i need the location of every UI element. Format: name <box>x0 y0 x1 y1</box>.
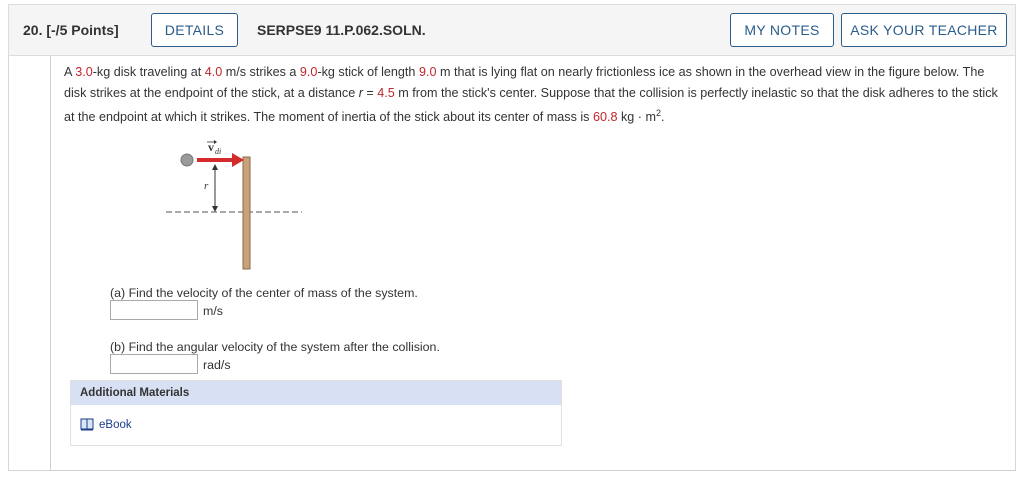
question-number-and-points: 20. [-/5 Points] <box>23 22 119 38</box>
additional-materials-panel: Additional Materials eBook <box>70 380 562 446</box>
distance-value: 4.5 <box>377 85 395 100</box>
stick-length-value: 9.0 <box>418 65 437 79</box>
disk <box>180 153 194 167</box>
disk-mass-value: 3.0 <box>75 65 93 79</box>
velocity-subscript: di <box>215 147 221 156</box>
book-icon <box>80 418 94 431</box>
overhead-view-figure: v di r <box>166 140 302 270</box>
disk-speed-value: 4.0 <box>204 65 223 79</box>
velocity-arrow-head <box>232 153 244 167</box>
inertia-value: 60.8 <box>592 110 618 125</box>
part-a-answer-input[interactable] <box>110 300 198 320</box>
ebook-label[interactable]: eBook <box>99 419 132 431</box>
r-arrow-bottom <box>212 206 218 212</box>
additional-materials-heading: Additional Materials <box>71 381 561 405</box>
r-label: r <box>204 180 209 192</box>
ebook-link[interactable]: eBook <box>80 418 132 431</box>
details-button[interactable]: DETAILS <box>151 13 238 47</box>
problem-statement: A 3.0-kg disk traveling at 4.0 m/s strik… <box>64 65 998 125</box>
part-a-unit: m/s <box>203 304 223 318</box>
question-code: SERPSE9 11.P.062.SOLN. <box>257 22 426 38</box>
vector-arrow-tip <box>214 140 217 144</box>
question-header: 20. [-/5 Points] DETAILS SERPSE9 11.P.06… <box>8 4 1016 56</box>
part-b-prompt: (b) Find the angular velocity of the sys… <box>110 340 440 354</box>
part-b-unit: rad/s <box>203 358 231 372</box>
part-b-answer-input[interactable] <box>110 354 198 374</box>
stick <box>242 156 251 270</box>
stick-mass-value: 9.0 <box>299 65 318 79</box>
ask-your-teacher-button[interactable]: ASK YOUR TEACHER <box>841 13 1007 47</box>
r-arrow-top <box>212 164 218 170</box>
my-notes-button[interactable]: MY NOTES <box>730 13 834 47</box>
part-a-prompt: (a) Find the velocity of the center of m… <box>110 286 418 300</box>
